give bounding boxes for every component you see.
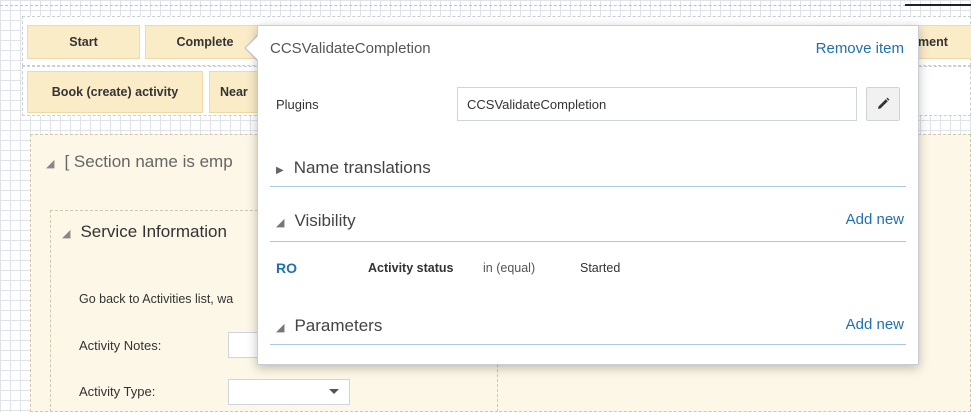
divider <box>270 241 906 242</box>
subsection-title: Service Information <box>80 222 227 241</box>
canvas-top-edge <box>905 4 971 6</box>
activity-notes-label: Activity Notes: <box>79 338 162 353</box>
partial-button[interactable]: ment <box>913 25 971 59</box>
popover-title: CCSValidateCompletion <box>270 40 431 57</box>
item-properties-popover: CCSValidateCompletion Remove item Plugin… <box>257 25 919 365</box>
rule-operator: in (equal) <box>483 261 536 275</box>
canvas-top-strip <box>0 0 971 6</box>
plugins-input[interactable]: CCSValidateCompletion <box>457 87 857 121</box>
collapse-triangle-icon: ◢ <box>46 158 55 170</box>
parameters-add-new-link[interactable]: Add new <box>846 316 904 333</box>
popover-arrow-fill <box>246 35 259 61</box>
activity-type-label: Activity Type: <box>79 384 156 399</box>
parameters-header[interactable]: ◢ Parameters <box>276 316 382 336</box>
name-translations-title: Name translations <box>293 158 431 177</box>
collapse-triangle-icon: ◢ <box>276 217 285 229</box>
chevron-down-icon <box>329 389 339 394</box>
plugins-label: Plugins <box>276 97 319 112</box>
visibility-header[interactable]: ◢ Visibility <box>276 211 356 231</box>
divider <box>270 186 906 187</box>
start-button[interactable]: Start <box>27 25 140 59</box>
name-translations-header[interactable]: ▶ Name translations <box>276 158 431 178</box>
section-title: [ Section name is emp <box>64 152 233 171</box>
rule-badge: RO <box>276 260 297 276</box>
visibility-rule-row[interactable]: RO Activity status in (equal) Started <box>270 254 906 280</box>
pencil-icon <box>878 97 890 109</box>
edit-plugins-button[interactable] <box>866 87 900 121</box>
parameters-title: Parameters <box>294 316 383 335</box>
go-back-text: Go back to Activities list, wa <box>79 292 234 306</box>
expand-triangle-icon: ▶ <box>276 165 284 176</box>
remove-item-link[interactable]: Remove item <box>816 40 904 57</box>
activity-notes-input[interactable] <box>228 332 258 358</box>
collapse-triangle-icon: ◢ <box>62 228 71 240</box>
collapse-triangle-icon: ◢ <box>276 322 285 334</box>
subsection-header[interactable]: ◢ Service Information <box>62 222 227 242</box>
rule-value: Started <box>580 261 621 275</box>
button-row-2: Book (create) activity Near <box>22 66 283 116</box>
rule-field: Activity status <box>368 261 454 275</box>
book-activity-button[interactable]: Book (create) activity <box>27 71 203 113</box>
visibility-add-new-link[interactable]: Add new <box>846 211 904 228</box>
divider <box>270 344 906 345</box>
activity-type-select[interactable] <box>228 379 350 405</box>
visibility-title: Visibility <box>294 211 356 230</box>
section-header[interactable]: ◢ [ Section name is emp <box>46 152 233 172</box>
